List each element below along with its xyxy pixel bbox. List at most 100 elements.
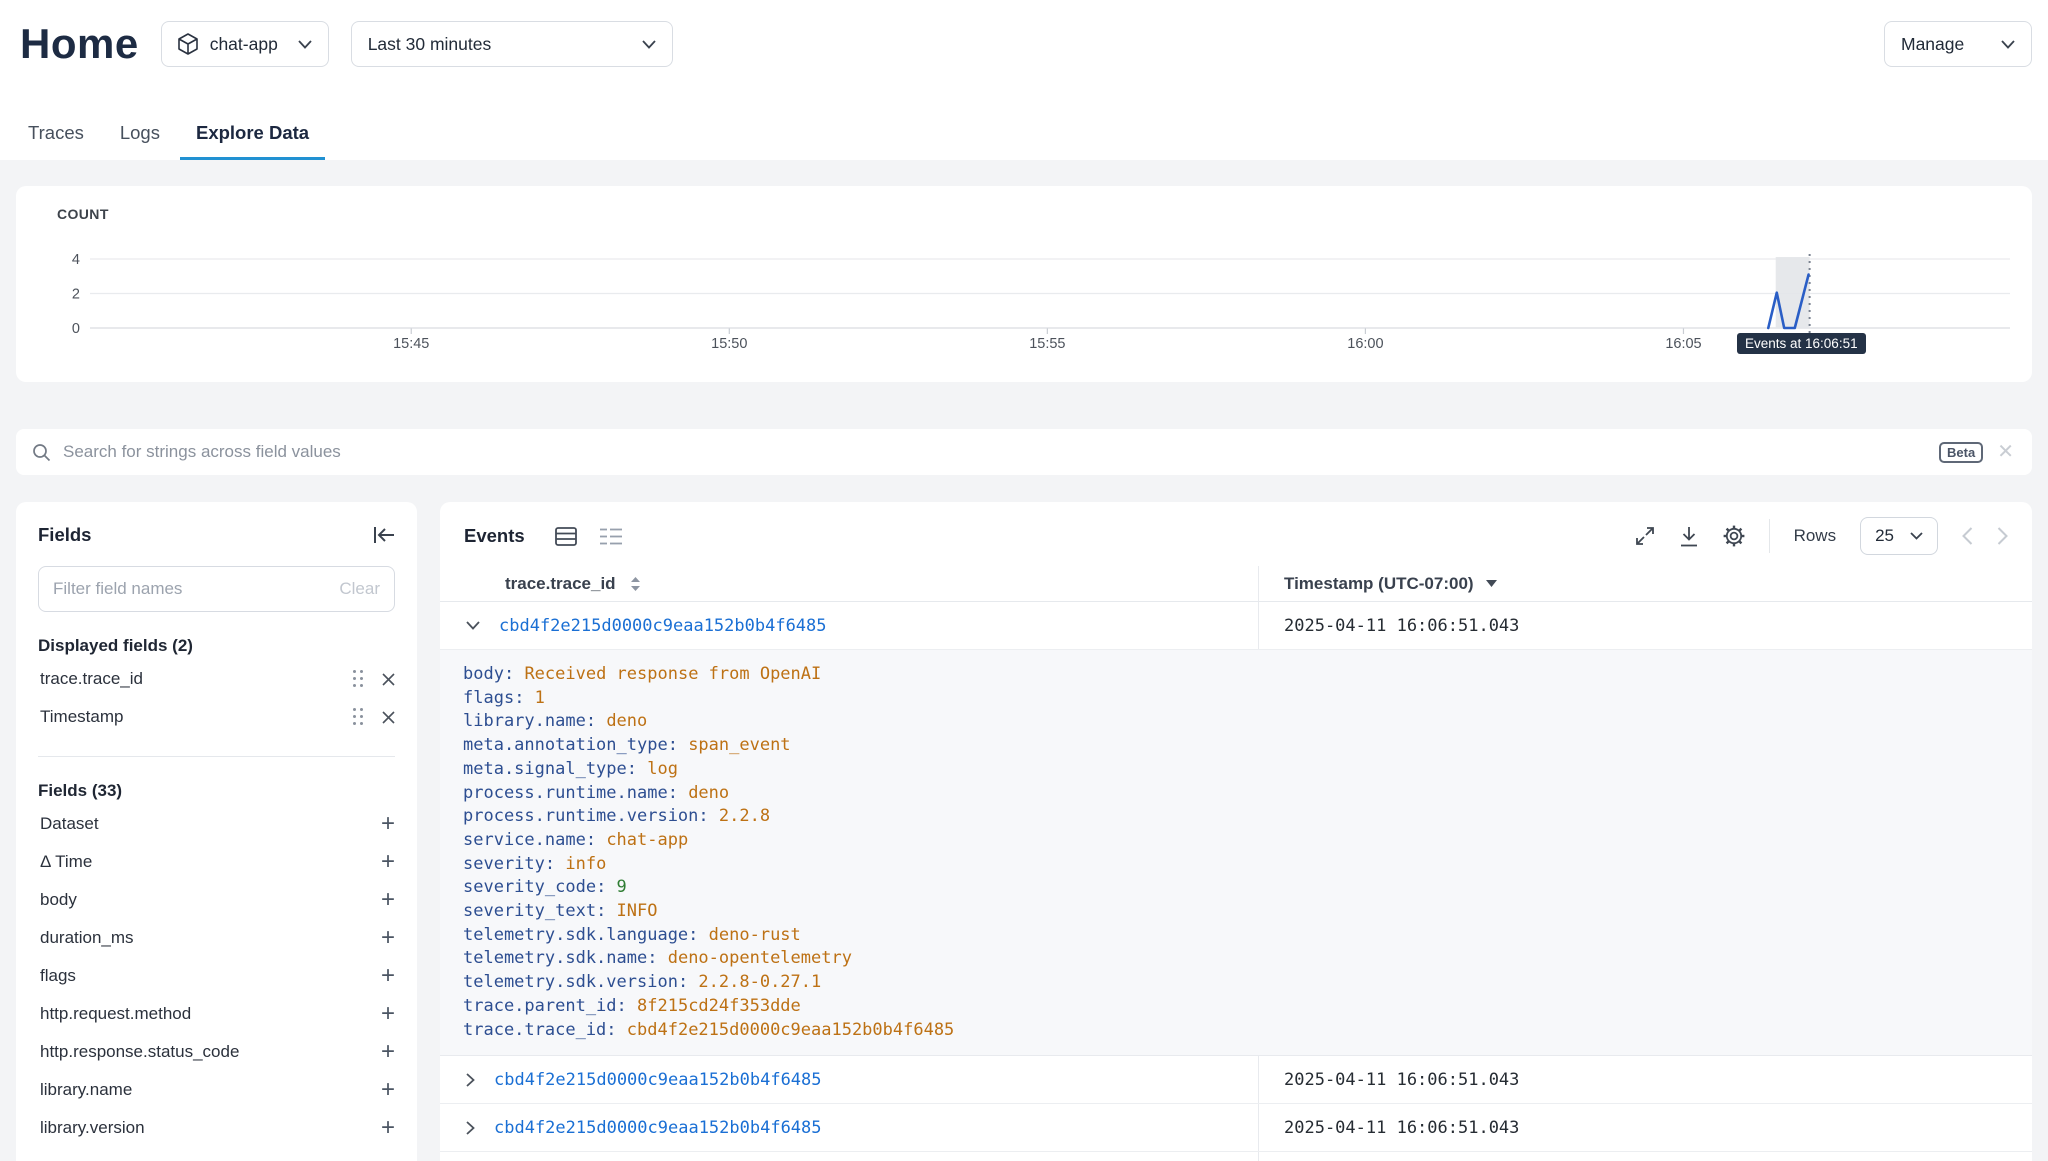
column-header-trace-id[interactable]: trace.trace_id xyxy=(440,566,1258,601)
rows-per-page-label: Rows xyxy=(1794,526,1837,546)
search-icon xyxy=(32,443,51,462)
detail-line: telemetry.sdk.version: 2.2.8-0.27.1 xyxy=(463,971,2012,995)
fields-panel: Fields Clear Displayed fields (2) tra xyxy=(16,502,417,1161)
add-field-icon[interactable]: + xyxy=(381,1002,395,1026)
tab[interactable]: Traces xyxy=(12,122,100,160)
close-icon[interactable]: ✕ xyxy=(1995,442,2016,462)
table-view-toggle[interactable] xyxy=(555,527,577,546)
event-detail-block: body: Received response from OpenAIflags… xyxy=(440,650,2032,1056)
field-row[interactable]: Δ Time + xyxy=(38,843,395,881)
trace-id-link[interactable]: cbd4f2e215d0000c9eaa152b0b4f6485 xyxy=(494,1118,822,1138)
field-row[interactable]: body + xyxy=(38,881,395,919)
add-field-icon[interactable]: + xyxy=(381,926,395,950)
field-row[interactable]: http.request.method + xyxy=(38,995,395,1033)
svg-text:0: 0 xyxy=(72,321,80,337)
drag-handle-icon[interactable] xyxy=(353,670,364,688)
field-row[interactable]: duration_ms + xyxy=(38,919,395,957)
settings-button[interactable] xyxy=(1723,525,1745,547)
detail-key: telemetry.sdk.version xyxy=(463,972,678,992)
expand-panel-button[interactable] xyxy=(1635,526,1655,546)
remove-field-icon[interactable] xyxy=(382,711,395,724)
field-row[interactable]: library.version + xyxy=(38,1109,395,1147)
svg-text:2: 2 xyxy=(72,287,80,303)
list-view-toggle[interactable] xyxy=(599,527,623,546)
trace-id-link[interactable]: cbd4f2e215d0000c9eaa152b0b4f6485 xyxy=(499,616,827,636)
detail-line: severity: info xyxy=(463,853,2012,877)
add-field-icon[interactable]: + xyxy=(381,1040,395,1064)
dataset-label: chat-app xyxy=(210,34,278,55)
field-filter-input[interactable] xyxy=(53,579,331,599)
field-filter: Clear xyxy=(38,566,395,612)
search-input[interactable] xyxy=(63,442,1927,462)
collapse-panel-icon[interactable] xyxy=(373,527,395,543)
dataset-dropdown[interactable]: chat-app xyxy=(161,21,329,67)
add-field-icon[interactable]: + xyxy=(381,964,395,988)
detail-key: severity_code xyxy=(463,877,596,897)
drag-handle-icon[interactable] xyxy=(353,708,364,726)
page: Home chat-app Last 30 minutes Manage Tra… xyxy=(0,0,2048,1161)
prev-page-button[interactable] xyxy=(1962,527,1973,545)
filter-clear-button[interactable]: Clear xyxy=(339,579,380,599)
field-label: Dataset xyxy=(38,814,381,834)
field-row[interactable]: http.response.status_code + xyxy=(38,1033,395,1071)
divider xyxy=(1769,519,1770,553)
chart-plot-area[interactable]: 02415:4515:5015:5516:0016:05 Events at 1… xyxy=(16,186,2032,382)
field-row[interactable]: Dataset + xyxy=(38,805,395,843)
tab[interactable]: Logs xyxy=(104,122,176,160)
add-field-icon[interactable]: + xyxy=(381,812,395,836)
add-field-icon[interactable]: + xyxy=(381,1078,395,1102)
time-range-dropdown[interactable]: Last 30 minutes xyxy=(351,21,673,67)
detail-line: body: Received response from OpenAI xyxy=(463,663,2012,687)
chevron-down-icon xyxy=(642,40,656,49)
field-row[interactable]: flags + xyxy=(38,957,395,995)
detail-key: severity_text xyxy=(463,901,596,921)
chevron-right-icon[interactable] xyxy=(466,1073,475,1087)
tab-label: Logs xyxy=(120,122,160,143)
count-line-chart[interactable]: 02415:4515:5015:5516:0016:05 xyxy=(16,186,2032,382)
detail-line: trace.trace_id: cbd4f2e215d0000c9eaa152b… xyxy=(463,1019,2012,1043)
column-header-timestamp[interactable]: Timestamp (UTC-07:00) xyxy=(1258,566,2032,601)
column-label: Timestamp (UTC-07:00) xyxy=(1284,574,1474,594)
rows-per-page-select[interactable]: 25 xyxy=(1860,517,1938,555)
next-page-button[interactable] xyxy=(1997,527,2008,545)
row-expand-cell[interactable]: cbd4f2e215d0000c9eaa152b0b4f6485 xyxy=(440,602,1258,649)
table-row: cbd4f2e215d0000c9eaa152b0b4f6485 2025-04… xyxy=(440,1104,2032,1152)
remove-field-icon[interactable] xyxy=(382,673,395,686)
detail-line: flags: 1 xyxy=(463,687,2012,711)
chevron-right-icon[interactable] xyxy=(466,1121,475,1135)
chevron-right-icon xyxy=(1997,527,2008,545)
tab[interactable]: Explore Data xyxy=(180,122,325,160)
detail-key: process.runtime.name xyxy=(463,783,668,803)
detail-value: 8f215cd24f353dde xyxy=(637,996,801,1016)
svg-text:16:00: 16:00 xyxy=(1347,336,1383,352)
detail-value: deno xyxy=(688,783,729,803)
chevron-down-icon xyxy=(2001,40,2015,49)
detail-key: meta.signal_type xyxy=(463,759,627,779)
manage-dropdown[interactable]: Manage xyxy=(1884,21,2032,67)
detail-line: process.runtime.version: 2.2.8 xyxy=(463,805,2012,829)
field-label: Timestamp xyxy=(38,707,353,727)
trace-id-link[interactable]: cbd4f2e215d0000c9eaa152b0b4f6485 xyxy=(494,1070,822,1090)
detail-line: process.runtime.name: deno xyxy=(463,782,2012,806)
list-view-icon xyxy=(599,527,623,546)
rows-per-page-value: 25 xyxy=(1875,526,1894,546)
field-label: duration_ms xyxy=(38,928,381,948)
chevron-down-icon[interactable] xyxy=(466,621,480,630)
detail-line: telemetry.sdk.name: deno-opentelemetry xyxy=(463,947,2012,971)
download-icon xyxy=(1679,526,1699,547)
sort-icon xyxy=(630,576,641,592)
row-expand-cell[interactable]: cbd4f2e215d0000c9eaa152b0b4f6485 xyxy=(440,1104,1258,1151)
field-label: http.request.method xyxy=(38,1004,381,1024)
svg-text:15:55: 15:55 xyxy=(1029,336,1065,352)
add-field-icon[interactable]: + xyxy=(381,850,395,874)
displayed-fields-list: trace.trace_id Timestamp xyxy=(38,660,395,736)
download-button[interactable] xyxy=(1679,526,1699,547)
detail-line: trace.parent_id: 8f215cd24f353dde xyxy=(463,995,2012,1019)
field-row[interactable]: library.name + xyxy=(38,1071,395,1109)
table-row: cbd4f2e215d0000c9eaa152b0b4f6485 2025-04… xyxy=(440,1056,2032,1104)
add-field-icon[interactable]: + xyxy=(381,888,395,912)
row-expand-cell[interactable]: cbd4f2e215d0000c9eaa152b0b4f6485 xyxy=(440,1056,1258,1103)
add-field-icon[interactable]: + xyxy=(381,1116,395,1140)
table-header-row: trace.trace_id Timestamp (UTC-07:00) xyxy=(440,566,2032,602)
detail-value: deno-opentelemetry xyxy=(668,948,852,968)
